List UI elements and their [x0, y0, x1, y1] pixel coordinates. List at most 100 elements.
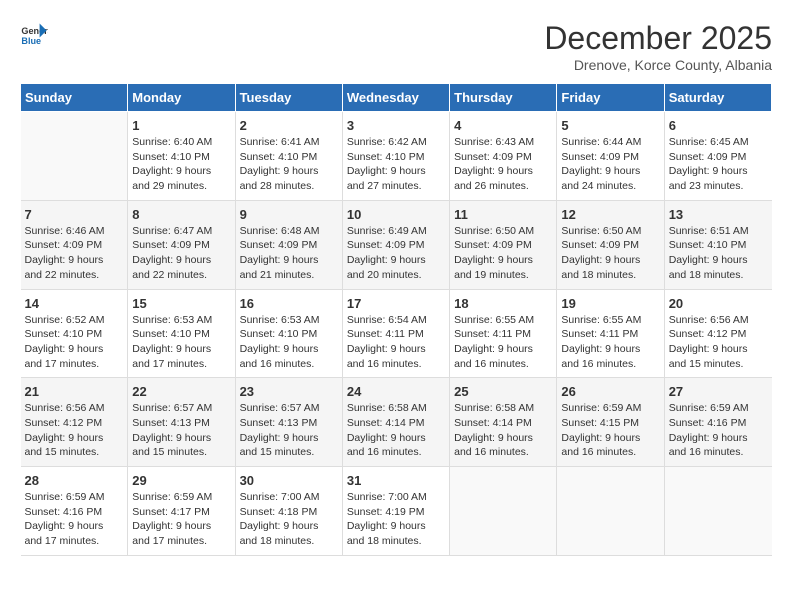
- day-number: 6: [669, 118, 768, 133]
- calendar-cell: 3 Sunrise: 6:42 AM Sunset: 4:10 PM Daylig…: [342, 112, 449, 201]
- day-number: 5: [561, 118, 659, 133]
- day-info: Sunrise: 6:56 AM Sunset: 4:12 PM Dayligh…: [669, 313, 768, 372]
- day-number: 23: [240, 384, 338, 399]
- weekday-header: Friday: [557, 84, 664, 112]
- calendar-week-row: 14 Sunrise: 6:52 AM Sunset: 4:10 PM Dayli…: [21, 289, 772, 378]
- day-info: Sunrise: 6:55 AM Sunset: 4:11 PM Dayligh…: [454, 313, 552, 372]
- day-info: Sunrise: 6:59 AM Sunset: 4:15 PM Dayligh…: [561, 401, 659, 460]
- day-number: 19: [561, 296, 659, 311]
- day-number: 28: [25, 473, 124, 488]
- calendar-cell: 4 Sunrise: 6:43 AM Sunset: 4:09 PM Daylig…: [450, 112, 557, 201]
- calendar-cell: 8Sunrise: 6:47 AM Sunset: 4:09 PM Daylig…: [128, 200, 235, 289]
- day-number: 1: [132, 118, 230, 133]
- calendar-cell: [21, 112, 128, 201]
- calendar-cell: 10 Sunrise: 6:49 AM Sunset: 4:09 PM Dayli…: [342, 200, 449, 289]
- svg-text:Blue: Blue: [21, 36, 41, 46]
- calendar-cell: [557, 467, 664, 556]
- calendar-cell: 9Sunrise: 6:48 AM Sunset: 4:09 PM Daylig…: [235, 200, 342, 289]
- day-info: Sunrise: 6:45 AM Sunset: 4:09 PM Dayligh…: [669, 135, 768, 194]
- day-number: 3: [347, 118, 445, 133]
- day-number: 4: [454, 118, 552, 133]
- day-info: Sunrise: 6:53 AM Sunset: 4:10 PM Dayligh…: [132, 313, 230, 372]
- calendar-cell: 26 Sunrise: 6:59 AM Sunset: 4:15 PM Dayli…: [557, 378, 664, 467]
- day-info: Sunrise: 6:57 AM Sunset: 4:13 PM Dayligh…: [240, 401, 338, 460]
- calendar-cell: 21Sunrise: 6:56 AM Sunset: 4:12 PM Dayli…: [21, 378, 128, 467]
- day-number: 20: [669, 296, 768, 311]
- calendar-cell: 24 Sunrise: 6:58 AM Sunset: 4:14 PM Dayli…: [342, 378, 449, 467]
- calendar-cell: 20 Sunrise: 6:56 AM Sunset: 4:12 PM Dayli…: [664, 289, 771, 378]
- day-info: Sunrise: 6:42 AM Sunset: 4:10 PM Dayligh…: [347, 135, 445, 194]
- day-number: 24: [347, 384, 445, 399]
- calendar-cell: 15 Sunrise: 6:53 AM Sunset: 4:10 PM Dayli…: [128, 289, 235, 378]
- calendar-cell: 23 Sunrise: 6:57 AM Sunset: 4:13 PM Dayli…: [235, 378, 342, 467]
- day-info: Sunrise: 6:59 AM Sunset: 4:17 PM Dayligh…: [132, 490, 230, 549]
- calendar-cell: 11Sunrise: 6:50 AM Sunset: 4:09 PM Dayli…: [450, 200, 557, 289]
- day-number: 14: [25, 296, 124, 311]
- day-info: Sunrise: 6:49 AM Sunset: 4:09 PM Dayligh…: [347, 224, 445, 283]
- day-number: 25: [454, 384, 552, 399]
- calendar-cell: 25Sunrise: 6:58 AM Sunset: 4:14 PM Dayli…: [450, 378, 557, 467]
- day-number: 22: [132, 384, 230, 399]
- day-number: 7: [25, 207, 124, 222]
- month-title: December 2025: [544, 20, 772, 57]
- day-info: Sunrise: 7:00 AM Sunset: 4:19 PM Dayligh…: [347, 490, 445, 549]
- day-number: 16: [240, 296, 338, 311]
- day-info: Sunrise: 6:52 AM Sunset: 4:10 PM Dayligh…: [25, 313, 124, 372]
- calendar-cell: 22Sunrise: 6:57 AM Sunset: 4:13 PM Dayli…: [128, 378, 235, 467]
- day-number: 15: [132, 296, 230, 311]
- calendar-cell: 16 Sunrise: 6:53 AM Sunset: 4:10 PM Dayli…: [235, 289, 342, 378]
- day-number: 13: [669, 207, 768, 222]
- weekday-header: Saturday: [664, 84, 771, 112]
- day-info: Sunrise: 6:43 AM Sunset: 4:09 PM Dayligh…: [454, 135, 552, 194]
- calendar-cell: 6 Sunrise: 6:45 AM Sunset: 4:09 PM Daylig…: [664, 112, 771, 201]
- day-info: Sunrise: 6:58 AM Sunset: 4:14 PM Dayligh…: [347, 401, 445, 460]
- day-number: 11: [454, 207, 552, 222]
- calendar-cell: 2Sunrise: 6:41 AM Sunset: 4:10 PM Daylig…: [235, 112, 342, 201]
- calendar-week-row: 7Sunrise: 6:46 AM Sunset: 4:09 PM Daylig…: [21, 200, 772, 289]
- calendar-cell: 29 Sunrise: 6:59 AM Sunset: 4:17 PM Dayli…: [128, 467, 235, 556]
- day-info: Sunrise: 6:50 AM Sunset: 4:09 PM Dayligh…: [561, 224, 659, 283]
- calendar-cell: 28 Sunrise: 6:59 AM Sunset: 4:16 PM Dayli…: [21, 467, 128, 556]
- calendar-cell: 14 Sunrise: 6:52 AM Sunset: 4:10 PM Dayli…: [21, 289, 128, 378]
- calendar-cell: [664, 467, 771, 556]
- logo: General Blue: [20, 20, 48, 48]
- day-number: 27: [669, 384, 768, 399]
- day-info: Sunrise: 6:41 AM Sunset: 4:10 PM Dayligh…: [240, 135, 338, 194]
- calendar-cell: 27 Sunrise: 6:59 AM Sunset: 4:16 PM Dayli…: [664, 378, 771, 467]
- location: Drenove, Korce County, Albania: [544, 57, 772, 73]
- calendar-cell: 31 Sunrise: 7:00 AM Sunset: 4:19 PM Dayli…: [342, 467, 449, 556]
- weekday-header: Wednesday: [342, 84, 449, 112]
- calendar-cell: 30Sunrise: 7:00 AM Sunset: 4:18 PM Dayli…: [235, 467, 342, 556]
- weekday-header: Tuesday: [235, 84, 342, 112]
- calendar-cell: 19 Sunrise: 6:55 AM Sunset: 4:11 PM Dayli…: [557, 289, 664, 378]
- calendar-cell: 1 Sunrise: 6:40 AM Sunset: 4:10 PM Daylig…: [128, 112, 235, 201]
- day-info: Sunrise: 6:51 AM Sunset: 4:10 PM Dayligh…: [669, 224, 768, 283]
- calendar-cell: 17Sunrise: 6:54 AM Sunset: 4:11 PM Dayli…: [342, 289, 449, 378]
- calendar-cell: [450, 467, 557, 556]
- weekday-header: Sunday: [21, 84, 128, 112]
- day-info: Sunrise: 6:55 AM Sunset: 4:11 PM Dayligh…: [561, 313, 659, 372]
- day-info: Sunrise: 6:53 AM Sunset: 4:10 PM Dayligh…: [240, 313, 338, 372]
- day-info: Sunrise: 6:40 AM Sunset: 4:10 PM Dayligh…: [132, 135, 230, 194]
- day-number: 10: [347, 207, 445, 222]
- day-number: 12: [561, 207, 659, 222]
- weekday-header: Thursday: [450, 84, 557, 112]
- day-number: 26: [561, 384, 659, 399]
- day-info: Sunrise: 6:59 AM Sunset: 4:16 PM Dayligh…: [25, 490, 124, 549]
- day-number: 31: [347, 473, 445, 488]
- weekday-header: Monday: [128, 84, 235, 112]
- day-info: Sunrise: 6:59 AM Sunset: 4:16 PM Dayligh…: [669, 401, 768, 460]
- weekday-header-row: SundayMondayTuesdayWednesdayThursdayFrid…: [21, 84, 772, 112]
- calendar-week-row: 28 Sunrise: 6:59 AM Sunset: 4:16 PM Dayli…: [21, 467, 772, 556]
- logo-icon: General Blue: [20, 20, 48, 48]
- calendar-week-row: 21Sunrise: 6:56 AM Sunset: 4:12 PM Dayli…: [21, 378, 772, 467]
- day-info: Sunrise: 6:54 AM Sunset: 4:11 PM Dayligh…: [347, 313, 445, 372]
- day-info: Sunrise: 6:47 AM Sunset: 4:09 PM Dayligh…: [132, 224, 230, 283]
- calendar-week-row: 1 Sunrise: 6:40 AM Sunset: 4:10 PM Daylig…: [21, 112, 772, 201]
- day-number: 29: [132, 473, 230, 488]
- page-header: General Blue December 2025 Drenove, Korc…: [20, 20, 772, 73]
- day-number: 30: [240, 473, 338, 488]
- calendar-table: SundayMondayTuesdayWednesdayThursdayFrid…: [20, 83, 772, 556]
- day-info: Sunrise: 6:44 AM Sunset: 4:09 PM Dayligh…: [561, 135, 659, 194]
- day-info: Sunrise: 6:48 AM Sunset: 4:09 PM Dayligh…: [240, 224, 338, 283]
